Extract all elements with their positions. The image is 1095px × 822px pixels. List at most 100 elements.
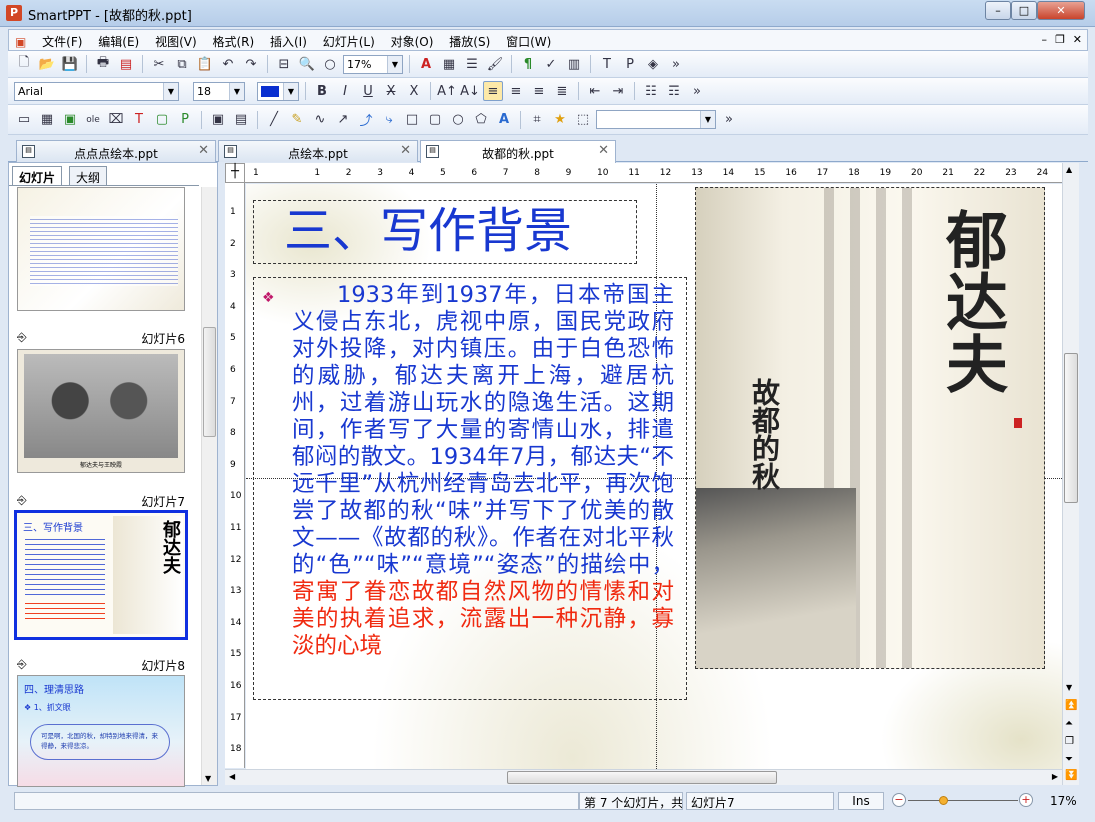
slide-overview-icon[interactable]: ❐ [1065,736,1074,747]
spellcheck-icon[interactable]: ✓ [541,54,561,74]
tab-slides[interactable]: 幻灯片 [12,166,63,186]
template-icon[interactable]: T [597,54,617,74]
strikethrough-icon[interactable]: X [381,81,401,101]
menu-window[interactable]: 窗口(W) [500,30,557,53]
insert-mode[interactable]: Ins [838,792,884,810]
group-icon[interactable]: ▣ [208,110,228,130]
text-frame-icon[interactable]: T [129,110,149,130]
justify-icon[interactable]: ≣ [552,81,572,101]
open-icon[interactable]: 📂 [37,54,57,74]
font-size-select[interactable]: 18 ▼ [193,81,245,101]
table-icon[interactable]: ▦ [439,54,459,74]
toolbar-overflow[interactable]: » [666,54,686,74]
align-right-icon[interactable]: ≡ [529,81,549,101]
scroll-down-icon[interactable]: ▼ [205,774,211,783]
zoom-out-button[interactable]: − [892,793,906,807]
text-style-icon[interactable]: A [416,54,436,74]
save-icon[interactable]: 💾 [60,54,80,74]
fit-icon[interactable]: ⊟ [274,54,294,74]
pdf-icon[interactable]: ▤ [116,54,136,74]
cut-icon[interactable]: ✂ [149,54,169,74]
outdent-icon[interactable]: ⇤ [585,81,605,101]
doc-minimize-button[interactable]: – [1042,33,1048,46]
next-slide-icon[interactable]: ⏷ [1065,754,1073,765]
curve-icon[interactable]: ∿ [310,110,330,130]
paragraph-frame-icon[interactable]: P [175,110,195,130]
tab-doc-3[interactable]: ▤ 故都的秋.ppt ✕ [420,140,616,163]
ruler-corner[interactable]: ┼ [225,163,245,183]
scroll-thumb[interactable] [1064,353,1078,503]
slide-thumb-7[interactable]: 三、写作背景 郁达夫 [14,510,188,640]
copy-icon[interactable]: ⧉ [172,54,192,74]
scroll-down-icon[interactable]: ▼ [1066,683,1072,692]
grid-icon[interactable]: ▦ [37,110,57,130]
zoom-select[interactable]: 17% ▼ [343,54,403,74]
scroll-left-icon[interactable]: ◀ [229,772,235,781]
textbox-icon[interactable]: ▭ [14,110,34,130]
connector-icon[interactable]: ⤴ [356,110,376,130]
list-icon[interactable]: ☰ [462,54,482,74]
chart-icon[interactable]: ▥ [564,54,584,74]
new-icon[interactable]: 🗋 [14,54,34,74]
pen-icon[interactable]: ✎ [287,110,307,130]
panel-scrollbar[interactable]: ▼ [201,187,217,785]
italic-icon[interactable]: I [335,81,355,101]
title-textbox[interactable]: 三、写作背景 [253,200,637,264]
format-painter-icon[interactable]: 🖌 [485,54,505,74]
style-select[interactable]: ▼ [596,110,716,129]
maximize-button[interactable]: □ [1011,1,1037,20]
star-icon[interactable]: ★ [550,110,570,130]
scroll-up-icon[interactable]: ▲ [1066,165,1072,174]
tab-outline[interactable]: 大纲 [69,166,108,186]
vertical-scrollbar[interactable]: ▲ ▼ ⏫ ⏶ ❐ ⏷ ⏬ [1062,163,1079,785]
horizontal-scrollbar[interactable]: ◀ ▶ [225,769,1062,785]
paste-icon[interactable]: 📋 [195,54,215,74]
wordart-icon[interactable]: A [494,110,514,130]
zoom-in-button[interactable]: + [1019,793,1033,807]
toolbar-overflow[interactable]: » [719,110,739,130]
slide-thumb-8[interactable]: 四、理清思路 ❖ 1、抓文眼 可是啊，北国的秋，却特别地来得清，来得静，来得悲凉… [17,675,185,787]
body-textbox[interactable]: ❖ 1933年到1937年，日本帝国主义侵占东北，虎视中原，国民党政府对外投降，… [253,277,687,700]
slide-canvas[interactable]: 郁达夫 故都的秋 三、写作背景 ❖ 1933年到1937年，日本帝国主义侵占东北… [246,184,1062,769]
clear-format-icon[interactable]: X [404,81,424,101]
tab-doc-2[interactable]: ▤ 点绘本.ppt ✕ [218,140,418,162]
redo-icon[interactable]: ↷ [241,54,261,74]
doc-close-button[interactable]: ✕ [1073,33,1082,46]
ole-icon[interactable]: ole [83,110,103,130]
menu-view[interactable]: 视图(V) [149,30,203,53]
frame-icon[interactable]: ⌧ [106,110,126,130]
bold-icon[interactable]: B [312,81,332,101]
menu-file[interactable]: 文件(F) [36,30,88,53]
tab-doc-1[interactable]: ▤ 点点点绘本.ppt ✕ [16,140,216,162]
close-button[interactable]: ✕ [1037,1,1085,20]
bullets-icon[interactable]: ☷ [641,81,661,101]
close-icon[interactable]: ✕ [598,143,609,158]
doc-restore-button[interactable]: ❐ [1055,33,1065,46]
prev-slide-icon[interactable]: ⏶ [1065,718,1073,729]
scroll-thumb[interactable] [507,771,777,784]
zoom-slider[interactable] [908,800,1018,801]
ellipse-icon[interactable]: ○ [448,110,468,130]
scroll-thumb[interactable] [203,327,216,437]
menu-format[interactable]: 格式(R) [206,30,260,53]
zoom-out-icon[interactable]: ○ [320,54,340,74]
slide-thumb-5[interactable] [17,187,185,311]
first-slide-icon[interactable]: ⏫ [1065,700,1077,711]
shapes-icon[interactable]: ⬠ [471,110,491,130]
shape-frame-icon[interactable]: ▢ [152,110,172,130]
close-icon[interactable]: ✕ [198,143,209,158]
rectangle-icon[interactable]: □ [402,110,422,130]
layers-icon[interactable]: ◈ [643,54,663,74]
crop-icon[interactable]: ⌗ [527,110,547,130]
menu-slide[interactable]: 幻灯片(L) [317,30,381,53]
menu-edit[interactable]: 编辑(E) [92,30,145,53]
menu-insert[interactable]: 插入(I) [264,30,313,53]
zoom-in-icon[interactable]: 🔍 [297,54,317,74]
play-icon[interactable]: P [620,54,640,74]
menu-object[interactable]: 对象(O) [385,30,440,53]
ungroup-icon[interactable]: ▤ [231,110,251,130]
book-cover-image[interactable]: 郁达夫 故都的秋 [695,187,1045,669]
undo-icon[interactable]: ↶ [218,54,238,74]
indent-icon[interactable]: ⇥ [608,81,628,101]
numbering-icon[interactable]: ☶ [664,81,684,101]
